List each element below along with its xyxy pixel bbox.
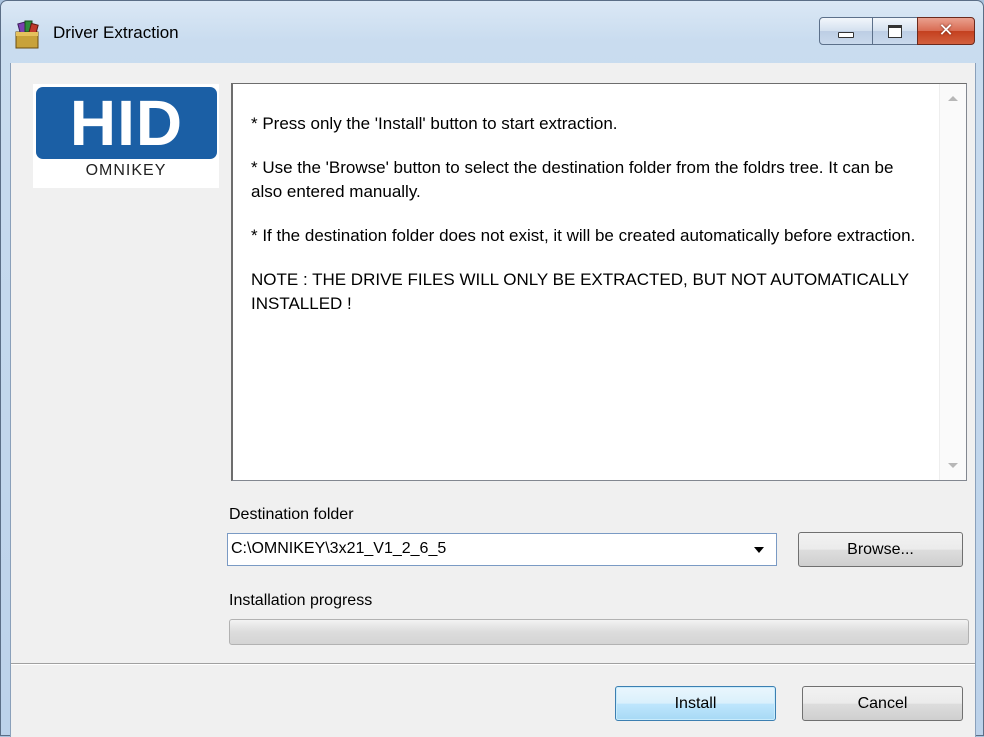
minimize-icon [838,32,854,38]
destination-folder-value[interactable]: C:\OMNIKEY\3x21_V1_2_6_5 [231,540,446,558]
installation-progress-bar [229,619,969,645]
scroll-down-arrow-icon[interactable] [948,463,958,468]
instruction-note: NOTE : THE DRIVE FILES WILL ONLY BE EXTR… [251,270,909,313]
window-title: Driver Extraction [53,23,179,42]
destination-folder-label: Destination folder [229,506,354,523]
maximize-icon [888,24,902,38]
instruction-line: * Press only the 'Install' button to sta… [251,114,618,133]
maximize-button[interactable] [872,17,918,45]
cancel-button[interactable]: Cancel [802,686,963,721]
install-button[interactable]: Install [615,686,776,721]
installer-boxes-icon [15,20,39,49]
dialog-client-area: HID OMNIKEY * Press only the 'Install' b… [10,63,976,737]
installation-progress-label: Installation progress [229,592,373,609]
logo-subtitle: OMNIKEY [85,162,167,179]
logo-brand: HID [69,87,184,159]
button-separator [11,663,975,665]
dropdown-arrow-icon[interactable] [754,547,764,553]
vertical-scrollbar[interactable] [939,84,966,480]
close-button[interactable]: ✕ [917,17,975,45]
close-icon: ✕ [938,20,954,41]
hid-omnikey-logo: HID OMNIKEY [33,84,219,188]
scroll-up-arrow-icon[interactable] [948,96,958,101]
driver-extraction-window: Driver Extraction ✕ HID OMNIKEY * Press … [0,0,984,737]
instruction-line: * If the destination folder does not exi… [251,226,916,245]
instruction-line: * Use the 'Browse' button to select the … [251,158,894,201]
instructions-textbox[interactable]: * Press only the 'Install' button to sta… [231,83,967,481]
destination-folder-combobox[interactable]: C:\OMNIKEY\3x21_V1_2_6_5 [227,533,777,566]
logo-badge: HID [36,87,217,159]
title-bar[interactable]: Driver Extraction ✕ [1,1,983,63]
browse-button[interactable]: Browse... [798,532,963,567]
minimize-button[interactable] [819,17,873,45]
instructions-text: * Press only the 'Install' button to sta… [251,112,921,336]
